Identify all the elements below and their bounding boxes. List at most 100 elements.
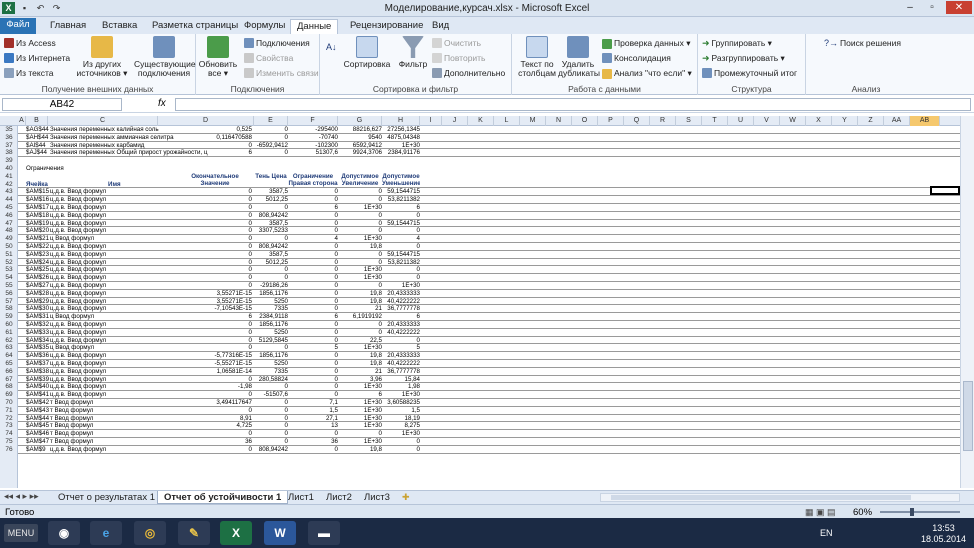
- row-number[interactable]: 67: [0, 376, 18, 384]
- cell[interactable]: 0: [178, 196, 252, 204]
- cell-name[interactable]: ц.д.в. Ввод формул: [50, 188, 170, 196]
- cell[interactable]: -29186,26: [254, 282, 288, 290]
- row-number[interactable]: 58: [0, 305, 18, 313]
- close-icon[interactable]: ✕: [946, 1, 972, 14]
- cell[interactable]: 19,8: [338, 352, 382, 360]
- cell[interactable]: 0: [288, 337, 338, 345]
- cell-name[interactable]: ц.д.в. Ввод формул: [50, 321, 170, 329]
- cell[interactable]: 0: [178, 220, 252, 228]
- cell-address[interactable]: $AM$28: [26, 290, 50, 298]
- zoom-level[interactable]: 60%: [853, 507, 872, 518]
- ie-icon[interactable]: e: [90, 521, 122, 545]
- cell-name[interactable]: ц.д.в. Ввод формул: [50, 360, 170, 368]
- cell[interactable]: 1E+30: [338, 235, 382, 243]
- cell-name[interactable]: ц.д.в. Ввод формул: [50, 251, 170, 259]
- cell[interactable]: 0: [178, 227, 252, 235]
- cell[interactable]: 40,4222222: [382, 329, 420, 337]
- cell-address[interactable]: $AM$39: [26, 376, 50, 384]
- start-menu-button[interactable]: MENU: [4, 524, 38, 542]
- column-header[interactable]: T: [702, 116, 728, 126]
- cell[interactable]: 0: [178, 259, 252, 267]
- cell[interactable]: 0: [382, 438, 420, 446]
- cell[interactable]: 0: [288, 220, 338, 228]
- cell[interactable]: 9924,3706: [338, 149, 382, 157]
- cell-name[interactable]: ц.д.в. Ввод формул: [50, 196, 170, 204]
- cell[interactable]: 0: [382, 337, 420, 345]
- cell[interactable]: 0: [254, 266, 288, 274]
- cell[interactable]: 0: [288, 282, 338, 290]
- cell[interactable]: 0: [288, 391, 338, 399]
- refresh-all-button[interactable]: Обновить все ▾: [198, 36, 238, 78]
- cell[interactable]: 1E+30: [338, 266, 382, 274]
- tab-data[interactable]: Данные: [290, 19, 339, 34]
- cell[interactable]: 0: [288, 368, 338, 376]
- cell-address[interactable]: $AM$29: [26, 298, 50, 306]
- cell-address[interactable]: $AM$27: [26, 282, 50, 290]
- cell[interactable]: -5,55271E-15: [178, 360, 253, 368]
- cell[interactable]: 0: [178, 266, 252, 274]
- cell-name[interactable]: ц.д.в. Ввод формул: [50, 212, 170, 220]
- cell[interactable]: 0: [178, 188, 252, 196]
- chrome-icon[interactable]: ◎: [134, 521, 166, 545]
- cell[interactable]: 0: [288, 251, 338, 259]
- cell[interactable]: 88216,627: [338, 126, 382, 134]
- cell-address[interactable]: $AM$19: [26, 220, 50, 228]
- cell[interactable]: 20,4333333: [382, 290, 420, 298]
- selected-cell[interactable]: [930, 186, 960, 195]
- from-other-sources-button[interactable]: Из других источников ▾: [74, 36, 130, 78]
- cell[interactable]: 0: [254, 204, 288, 212]
- cell[interactable]: 0: [382, 227, 420, 235]
- cell-address[interactable]: $AM$16: [26, 196, 50, 204]
- cell[interactable]: 1E+30: [338, 399, 382, 407]
- cell[interactable]: 27,1: [288, 415, 338, 423]
- column-header[interactable]: P: [598, 116, 624, 126]
- cell[interactable]: 1E+30: [338, 415, 382, 423]
- reapply-button[interactable]: Повторить: [432, 53, 486, 63]
- column-header[interactable]: Q: [624, 116, 650, 126]
- cell[interactable]: 0: [338, 220, 382, 228]
- connections-button[interactable]: Подключения: [244, 38, 310, 48]
- cell[interactable]: 0: [288, 298, 338, 306]
- row-number[interactable]: 56: [0, 290, 18, 298]
- row-number[interactable]: 68: [0, 383, 18, 391]
- row-number[interactable]: 45: [0, 204, 18, 212]
- cell-address[interactable]: $AJ$44: [26, 149, 50, 157]
- row-number[interactable]: 41: [0, 173, 18, 181]
- cell[interactable]: 8,91: [178, 415, 252, 423]
- cell-name[interactable]: ц.д.в. Ввод формул: [50, 391, 170, 399]
- cell-address[interactable]: $AM$37: [26, 360, 50, 368]
- cell[interactable]: 0: [178, 344, 252, 352]
- cell-address[interactable]: $AM$35: [26, 344, 50, 352]
- cell[interactable]: 3587,5: [254, 220, 288, 228]
- cell[interactable]: 3307,5233: [254, 227, 288, 235]
- cell-name[interactable]: ц.д.в. Ввод формул: [50, 368, 170, 376]
- cell-address[interactable]: $AI$44: [26, 142, 50, 150]
- cell[interactable]: 0: [254, 235, 288, 243]
- row-number[interactable]: 40: [0, 165, 18, 173]
- cell[interactable]: 7335: [254, 368, 288, 376]
- cell[interactable]: 808,94242: [254, 446, 288, 454]
- tab-home[interactable]: Главная: [44, 19, 92, 34]
- cell[interactable]: 59,1544715: [382, 220, 420, 228]
- cell-address[interactable]: $AM$26: [26, 274, 50, 282]
- cell[interactable]: 3587,5: [254, 188, 288, 196]
- cell-name[interactable]: ц Ввод формул: [50, 313, 170, 321]
- cell[interactable]: 36,7777778: [382, 368, 420, 376]
- row-number[interactable]: 76: [0, 446, 18, 454]
- cell-name[interactable]: ц.д.в. Ввод формул: [50, 352, 170, 360]
- cell[interactable]: 59,1544715: [382, 251, 420, 259]
- cell-address[interactable]: $AG$44: [26, 126, 50, 134]
- cell[interactable]: 0: [254, 430, 288, 438]
- header-cell[interactable]: Ячейка: [26, 181, 56, 189]
- cell[interactable]: 7,1: [288, 399, 338, 407]
- cell[interactable]: 18,19: [382, 415, 420, 423]
- row-number[interactable]: 61: [0, 329, 18, 337]
- cell[interactable]: 7335: [254, 305, 288, 313]
- cell[interactable]: 0: [288, 243, 338, 251]
- sheet-tab-results[interactable]: Отчет о результатах 1: [52, 491, 161, 504]
- cell[interactable]: 1E+30: [338, 422, 382, 430]
- cell-name[interactable]: ц.д.в. Ввод формул: [50, 446, 170, 454]
- cell[interactable]: 1E+30: [382, 391, 420, 399]
- cell[interactable]: 808,94242: [254, 212, 288, 220]
- cell-address[interactable]: $AM$31: [26, 313, 50, 321]
